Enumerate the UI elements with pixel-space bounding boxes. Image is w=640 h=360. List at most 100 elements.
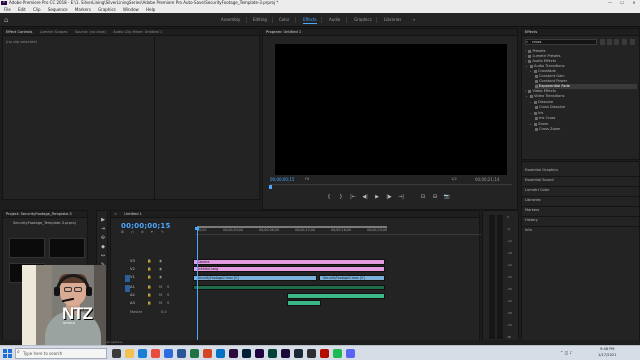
lock-icon[interactable]: 🔒 [147, 301, 151, 305]
workspace-tab-color[interactable]: Color [279, 16, 289, 24]
tab-sequence[interactable]: Untitled 1 [121, 211, 145, 217]
razor-tool-icon[interactable]: ◆ [100, 244, 106, 250]
selection-tool-icon[interactable]: ▶ [100, 217, 106, 223]
windows-start-icon[interactable] [3, 349, 12, 358]
solo-button[interactable]: S [167, 285, 169, 289]
timeline-time-ruler[interactable]: 00;00 00;00;04;00 00;00;08;00 00;00;12;0… [195, 221, 481, 235]
wrench-icon[interactable]: ✎ [161, 230, 164, 234]
panel-libraries[interactable]: Libraries [525, 198, 541, 202]
timeline-clip[interactable]: SecurityFootage2.mov [V] [193, 275, 317, 281]
tab-lumetri-scopes[interactable]: Lumetri Scopes [37, 29, 71, 35]
photoshop-icon[interactable] [242, 349, 251, 358]
step-forward-button[interactable]: |▶ [385, 194, 393, 201]
menu-window[interactable]: Window [123, 7, 139, 12]
tab-effects[interactable]: Effects [522, 29, 540, 35]
home-icon[interactable]: ⌂ [4, 16, 12, 24]
chrome-icon[interactable] [151, 349, 160, 358]
work-area-bar[interactable] [197, 226, 387, 228]
effect-item-cross-dissolve[interactable]: Cross Dissolve [535, 105, 637, 110]
timeline-playhead-line[interactable] [197, 229, 198, 349]
lock-icon[interactable]: 🔒 [147, 285, 151, 289]
after-effects-icon[interactable] [255, 349, 264, 358]
word-icon[interactable] [177, 349, 186, 358]
outlook-icon[interactable] [216, 349, 225, 358]
workspace-tab-assembly[interactable]: Assembly [221, 16, 240, 24]
tab-project[interactable]: Project: SecurityFootage_Template-3 [3, 211, 75, 217]
step-back-button[interactable]: ◀| [361, 194, 369, 201]
lock-icon[interactable]: 🔒 [147, 259, 151, 263]
new-bin-icon[interactable] [622, 39, 627, 45]
mute-button[interactable]: M [159, 301, 162, 305]
acrobat-icon[interactable] [320, 349, 329, 358]
workspace-more-chevron-icon[interactable]: » [413, 16, 415, 24]
discord-icon[interactable] [346, 349, 355, 358]
powerpoint-icon[interactable] [203, 349, 212, 358]
playback-resolution-dropdown[interactable]: 1/2 [451, 177, 457, 181]
solo-button[interactable]: S [167, 293, 169, 297]
go-to-in-button[interactable]: |← [349, 194, 357, 201]
effect-item-cross-zoom[interactable]: Cross Zoom [535, 127, 637, 132]
task-view-icon[interactable] [112, 349, 121, 358]
media-encoder-icon[interactable] [281, 349, 290, 358]
timeline-clip[interactable]: Camera [193, 259, 385, 265]
timeline-clip[interactable] [287, 300, 321, 306]
panel-essential-graphics[interactable]: Essential Graphics [525, 168, 558, 172]
accelerated-effects-icon[interactable] [600, 39, 605, 45]
menu-graphics[interactable]: Graphics [98, 7, 116, 12]
tab-program[interactable]: Program: Untitled 1 [263, 29, 304, 35]
effects-folder-video-transitions[interactable]: ⌄ Video Transitions [525, 94, 637, 99]
timeline-timecode[interactable]: 00;00;00;15 [121, 222, 171, 230]
lock-icon[interactable]: 🔒 [147, 293, 151, 297]
program-playhead[interactable] [269, 185, 272, 189]
effect-item-iris-cross[interactable]: Iris Cross [535, 116, 637, 121]
solo-button[interactable]: S [167, 301, 169, 305]
panel-essential-sound[interactable]: Essential Sound [525, 178, 554, 182]
menu-clip[interactable]: Clip [33, 7, 41, 12]
workspace-tab-graphics[interactable]: Graphics [354, 16, 372, 24]
ripple-edit-tool-icon[interactable]: ✣ [100, 235, 106, 241]
excel-icon[interactable] [190, 349, 199, 358]
workspace-tab-effects[interactable]: Effects [303, 16, 317, 24]
program-time-ruler[interactable] [270, 184, 512, 187]
mail-icon[interactable] [164, 349, 173, 358]
project-item-thumbnail[interactable] [9, 238, 45, 258]
menu-sequence[interactable]: Sequence [48, 7, 68, 12]
program-current-timecode[interactable]: 00;00;00;15 [270, 177, 294, 182]
spotify-icon[interactable] [333, 349, 342, 358]
mark-out-button[interactable]: } [337, 194, 345, 201]
tab-audio-clip-mixer[interactable]: Audio Clip Mixer: Untitled 1 [110, 29, 165, 35]
snap-magnet-icon[interactable]: ∩ [131, 230, 134, 234]
menu-file[interactable]: File [4, 7, 11, 12]
timeline-clip[interactable] [287, 293, 385, 299]
add-marker-icon[interactable]: ▾ [151, 230, 153, 234]
workspace-tab-libraries[interactable]: Libraries [384, 16, 401, 24]
yuv-effects-icon[interactable] [614, 39, 619, 45]
panel-markers[interactable]: Markers [525, 208, 539, 212]
play-button[interactable]: ▶ [373, 194, 381, 201]
lock-icon[interactable]: 🔒 [147, 275, 151, 279]
panel-history[interactable]: History [525, 218, 538, 222]
workspace-tab-editing[interactable]: Editing [253, 16, 267, 24]
linked-selection-icon[interactable]: ⊘ [141, 230, 144, 234]
mute-button[interactable]: M [159, 293, 162, 297]
timeline-clip[interactable]: Untitled Long [193, 266, 385, 272]
delete-icon[interactable] [630, 39, 635, 45]
steam-icon[interactable] [294, 349, 303, 358]
project-item-thumbnail[interactable] [49, 238, 85, 258]
lift-button[interactable]: ⊡ [419, 194, 427, 201]
mute-button[interactable]: M [159, 285, 162, 289]
menu-markers[interactable]: Markers [75, 7, 91, 12]
zoom-fit-dropdown[interactable]: Fit [305, 177, 309, 181]
close-tab-icon[interactable]: × [111, 211, 120, 217]
export-frame-camera-icon[interactable]: 📷 [443, 194, 451, 201]
workspace-tab-audio[interactable]: Audio [329, 16, 340, 24]
slip-tool-icon[interactable]: ↔ [100, 253, 106, 259]
extract-button[interactable]: ⊟ [431, 194, 439, 201]
nest-toggle-icon[interactable]: ⊞ [121, 230, 124, 234]
premiere-icon[interactable] [229, 349, 238, 358]
taskbar-clock-time[interactable]: 9:48 PM [600, 347, 614, 351]
taskbar-search-input[interactable]: Type here to search [15, 348, 107, 359]
panel-lumetri-color[interactable]: Lumetri Color [525, 188, 549, 192]
track-select-tool-icon[interactable]: ⇥ [100, 226, 106, 232]
timeline-clip[interactable] [193, 285, 385, 290]
